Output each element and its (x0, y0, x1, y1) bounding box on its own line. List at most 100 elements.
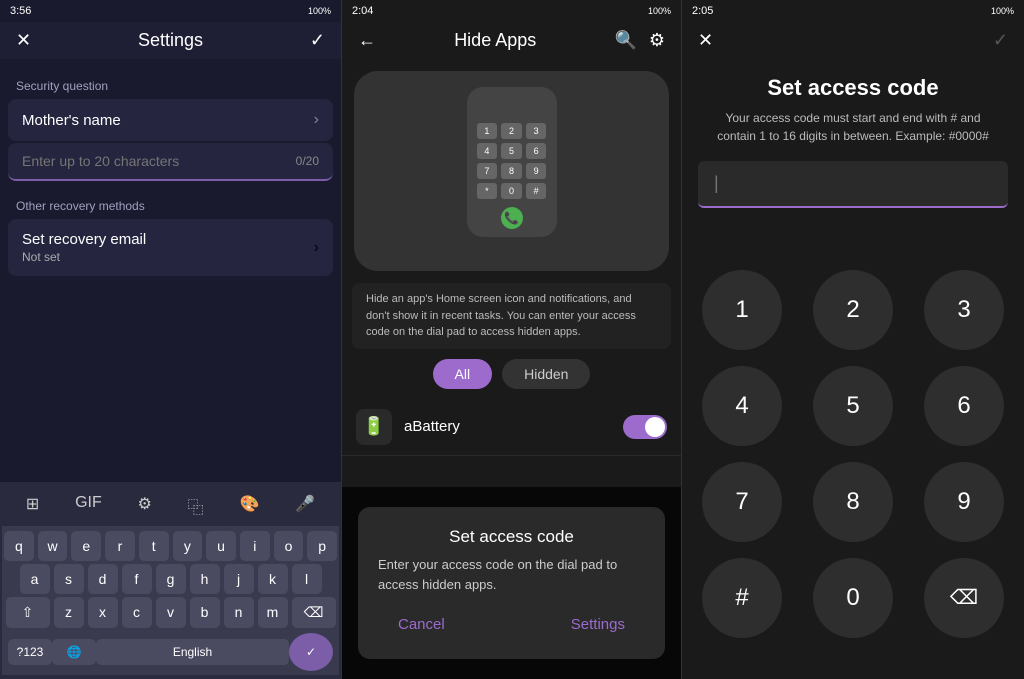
numpad-key-1[interactable]: 1 (702, 270, 782, 350)
phone-mockup-container: 1 2 3 4 5 6 7 8 9 * 0 # 📞 (342, 59, 681, 283)
key-t[interactable]: t (139, 531, 169, 561)
numpad-key-2[interactable]: 2 (813, 270, 893, 350)
keyboard-theme-icon[interactable]: 🎨 (233, 490, 265, 522)
settings-content: Security question Mother's name › 0/20 O… (0, 59, 341, 482)
key-p[interactable]: p (307, 531, 337, 561)
status-bar-3: 2:05 100% (682, 0, 1024, 22)
security-answer-input-wrap[interactable]: 0/20 (8, 143, 333, 181)
hide-apps-panel: 2:04 100% ← Hide Apps 🔍 ⚙ 1 2 3 4 5 6 7 (341, 0, 682, 679)
phone-mockup: 1 2 3 4 5 6 7 8 9 * 0 # 📞 (354, 71, 669, 271)
access-code-panel: 2:05 100% ✕ ✓ Set access code Your acces… (682, 0, 1024, 679)
tab-all[interactable]: All (433, 359, 493, 389)
key-j[interactable]: j (224, 564, 254, 594)
key-a[interactable]: a (20, 564, 50, 594)
confirm-icon[interactable]: ✓ (310, 30, 325, 51)
numpad-backspace-key[interactable]: ⌫ (924, 558, 1004, 638)
key-v[interactable]: v (156, 597, 186, 628)
battery-1: 100% (308, 6, 331, 16)
access-code-top-bar: ✕ ✓ (682, 22, 1024, 59)
key-f[interactable]: f (122, 564, 152, 594)
key-space[interactable]: English (96, 639, 289, 665)
numpad-key-8[interactable]: 8 (813, 462, 893, 542)
key-l[interactable]: l (292, 564, 322, 594)
key-e[interactable]: e (71, 531, 101, 561)
settings-icon[interactable]: ⚙ (649, 30, 665, 51)
key-y[interactable]: y (173, 531, 203, 561)
keyboard-settings-icon[interactable]: ⚙ (132, 490, 158, 522)
numpad-key-6[interactable]: 6 (924, 366, 1004, 446)
numpad-row-2: 4 5 6 (702, 366, 1004, 446)
time-1: 3:56 (10, 5, 31, 17)
dial-key-8: 8 (501, 163, 522, 179)
confirm-icon-3[interactable]: ✓ (993, 30, 1008, 51)
numpad-key-7[interactable]: 7 (702, 462, 782, 542)
key-w[interactable]: w (38, 531, 68, 561)
key-row-2: a s d f g h j k l (4, 564, 337, 594)
hide-apps-top-bar: ← Hide Apps 🔍 ⚙ (342, 22, 681, 59)
numpad-key-4[interactable]: 4 (702, 366, 782, 446)
keyboard-gif-icon[interactable]: GIF (69, 490, 108, 522)
key-d[interactable]: d (88, 564, 118, 594)
key-u[interactable]: u (206, 531, 236, 561)
access-code-input[interactable] (714, 173, 992, 194)
numpad-row-4: # 0 ⌫ (702, 558, 1004, 638)
hide-apps-description: Hide an app's Home screen icon and notif… (352, 283, 671, 349)
modal-description: Enter your access code on the dial pad t… (378, 555, 645, 594)
modal-cancel-button[interactable]: Cancel (378, 610, 465, 639)
keyboard-toolbar: ⊞ GIF ⚙ ⿻ 🎨 🎤 (2, 486, 339, 526)
abattery-toggle[interactable] (623, 415, 667, 439)
key-k[interactable]: k (258, 564, 288, 594)
key-c[interactable]: c (122, 597, 152, 628)
search-icon[interactable]: 🔍 (614, 30, 636, 51)
key-q[interactable]: q (4, 531, 34, 561)
key-shift[interactable]: ⇧ (6, 597, 50, 628)
key-r[interactable]: r (105, 531, 135, 561)
numpad-key-0[interactable]: 0 (813, 558, 893, 638)
key-z[interactable]: z (54, 597, 84, 628)
tab-hidden[interactable]: Hidden (502, 359, 590, 389)
key-numbers[interactable]: ?123 (8, 639, 52, 665)
numpad-key-9[interactable]: 9 (924, 462, 1004, 542)
battery-3: 100% (991, 6, 1014, 16)
modal-settings-button[interactable]: Settings (551, 610, 645, 639)
numpad-key-hash[interactable]: # (702, 558, 782, 638)
key-i[interactable]: i (240, 531, 270, 561)
key-s[interactable]: s (54, 564, 84, 594)
numpad-key-3[interactable]: 3 (924, 270, 1004, 350)
key-globe[interactable]: 🌐 (52, 639, 96, 665)
status-bar-2: 2:04 100% (342, 0, 681, 22)
dial-key-4: 4 (477, 143, 498, 159)
keyboard-sticker-icon[interactable]: ⿻ (182, 490, 210, 522)
security-question-item[interactable]: Mother's name › (8, 99, 333, 141)
keyboard-voice-icon[interactable]: 🎤 (289, 490, 321, 522)
key-backspace[interactable]: ⌫ (292, 597, 336, 628)
access-code-input-wrap[interactable] (698, 161, 1008, 208)
key-row-4: ?123 🌐 English ✓ (4, 631, 337, 673)
security-answer-input[interactable] (22, 153, 296, 169)
numpad-row-1: 1 2 3 (702, 270, 1004, 350)
keyboard-apps-icon[interactable]: ⊞ (20, 490, 45, 522)
char-count: 0/20 (296, 154, 319, 168)
recovery-email-item[interactable]: Set recovery email Not set › (8, 219, 333, 276)
numpad-key-5[interactable]: 5 (813, 366, 893, 446)
key-b[interactable]: b (190, 597, 220, 628)
key-h[interactable]: h (190, 564, 220, 594)
back-icon[interactable]: ← (358, 30, 376, 51)
key-x[interactable]: x (88, 597, 118, 628)
status-icons-1: 100% (308, 6, 331, 16)
status-bar-1: 3:56 100% (0, 0, 341, 22)
keyboard-rows: q w e r t y u i o p a s d f g h j k l (2, 526, 339, 675)
set-access-code-modal: Set access code Enter your access code o… (358, 507, 665, 659)
close-icon-3[interactable]: ✕ (698, 30, 713, 51)
recovery-email-label: Set recovery email (22, 231, 146, 248)
key-o[interactable]: o (274, 531, 304, 561)
key-n[interactable]: n (224, 597, 254, 628)
modal-buttons: Cancel Settings (378, 610, 645, 639)
settings-panel: 3:56 100% ✕ Settings ✓ Security question… (0, 0, 341, 679)
key-g[interactable]: g (156, 564, 186, 594)
key-m[interactable]: m (258, 597, 288, 628)
dial-call-button[interactable]: 📞 (501, 207, 523, 229)
key-enter[interactable]: ✓ (289, 633, 333, 671)
close-icon[interactable]: ✕ (16, 30, 31, 51)
abattery-icon: 🔋 (356, 409, 392, 445)
